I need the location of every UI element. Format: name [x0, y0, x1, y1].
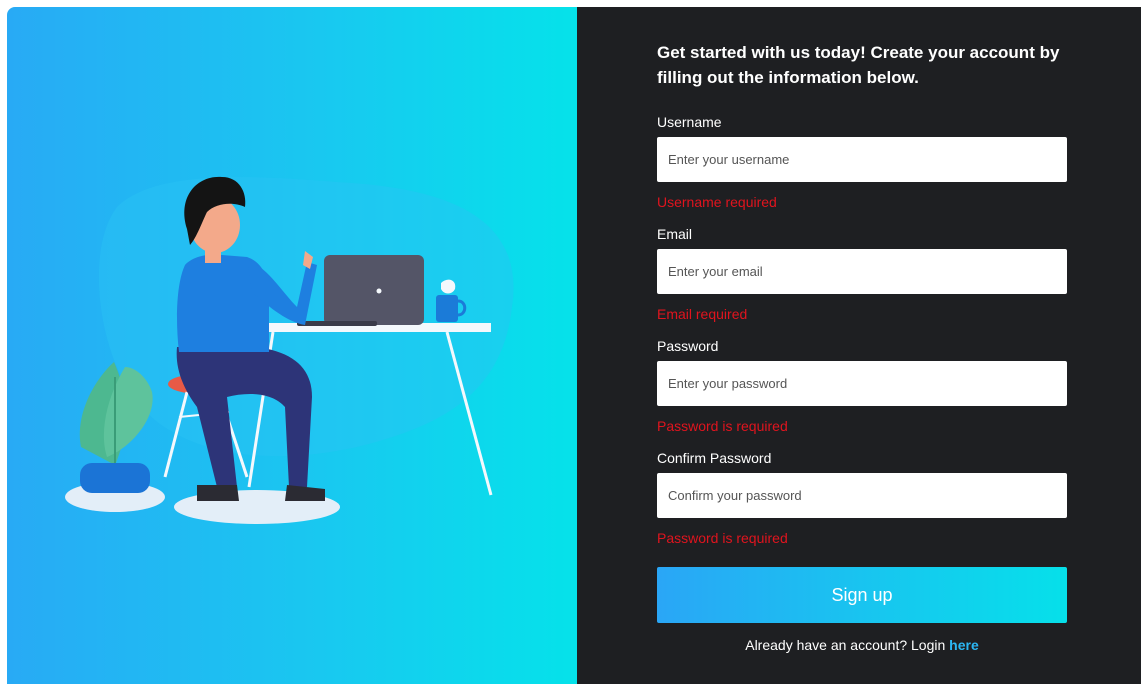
username-input[interactable] [657, 137, 1067, 182]
confirm-password-error: Password is required [657, 530, 788, 546]
password-error: Password is required [657, 418, 788, 434]
potted-plant-icon [79, 362, 153, 493]
form-heading: Get started with us today! Create your a… [657, 43, 1060, 87]
email-label: Email [657, 226, 693, 242]
login-prompt: Already have an account? Login here [657, 637, 1067, 653]
password-input[interactable] [657, 361, 1067, 406]
login-prompt-text: Already have an account? Login [745, 637, 946, 653]
person-at-desk-illustration [65, 176, 514, 524]
form-panel: Get started with us today! Create your a… [577, 7, 1141, 684]
signup-card: Get started with us today! Create your a… [7, 7, 1141, 684]
confirm-password-label: Confirm Password [657, 450, 772, 466]
username-label: Username [657, 114, 722, 130]
email-input[interactable] [657, 249, 1067, 294]
illustration-panel [7, 7, 577, 684]
password-label: Password [657, 338, 719, 354]
email-error: Email required [657, 306, 748, 322]
confirm-password-input[interactable] [657, 473, 1067, 518]
login-link[interactable]: here [949, 637, 979, 653]
username-error: Username required [657, 194, 777, 210]
sign-up-button[interactable]: Sign up [657, 567, 1067, 623]
